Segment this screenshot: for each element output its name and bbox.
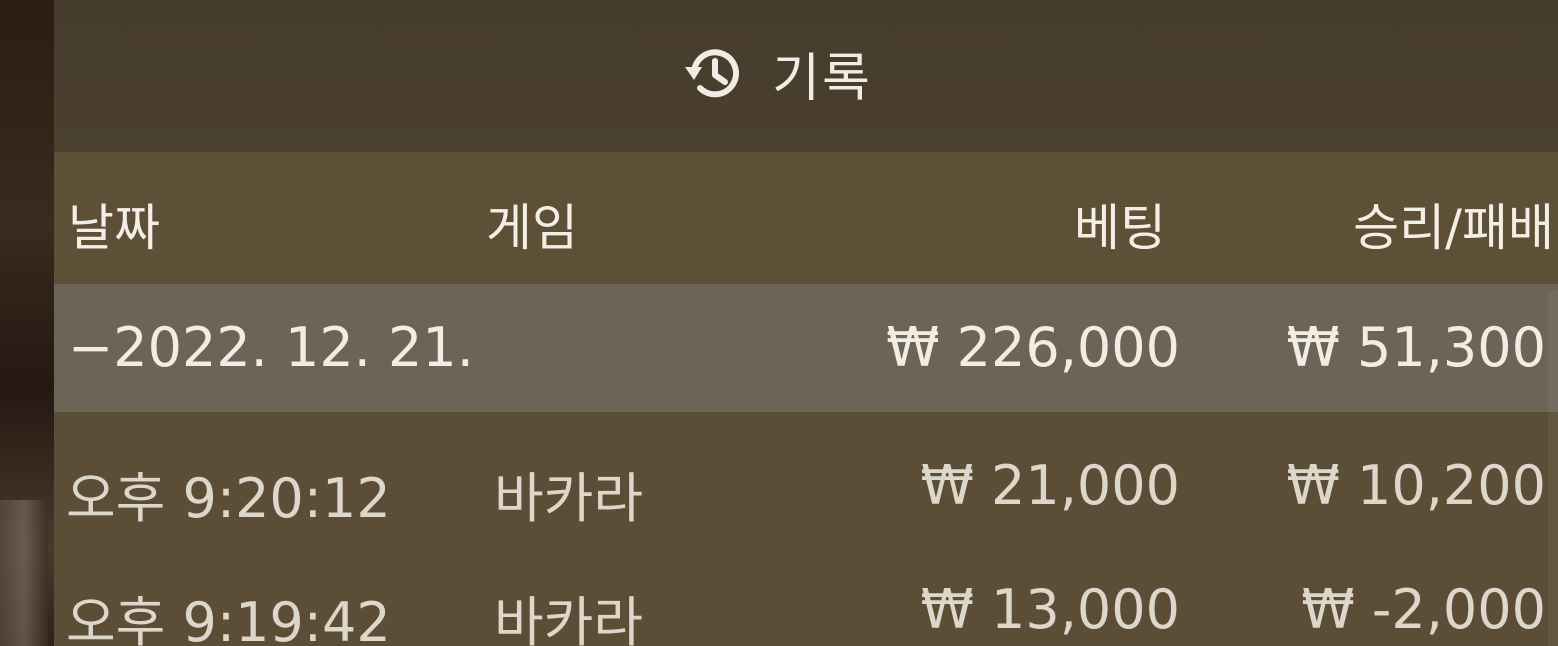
- row-win-loss: ₩ -2,000: [1301, 578, 1546, 641]
- date-group-bet-total: ₩ 226,000: [886, 316, 1180, 379]
- row-game: 바카라: [494, 467, 644, 530]
- history-icon: [680, 40, 746, 106]
- column-header-row: 날짜 게임 베팅 승리/패배: [54, 152, 1558, 284]
- column-header-game[interactable]: 게임: [486, 188, 578, 260]
- row-time: 오후 9:19:42: [66, 591, 391, 646]
- panel-header: 기록: [54, 0, 1558, 152]
- row-game: 바카라: [494, 591, 644, 646]
- history-row[interactable]: 오후 9:19:42 바카라 ₩ 13,000 ₩ -2,000: [54, 536, 1558, 646]
- date-group-win-loss-total: ₩ 51,300: [1286, 316, 1546, 379]
- panel-title: 기록: [772, 48, 872, 109]
- background-object: [0, 500, 48, 646]
- background-video-edge: [0, 0, 54, 646]
- history-panel: 기록 날짜 게임 베팅 승리/패배 −2022. 12. 21. ₩ 226,0…: [54, 0, 1558, 646]
- scrollbar-track[interactable]: [1548, 290, 1558, 646]
- row-time: 오후 9:20:12: [66, 467, 391, 530]
- column-header-date[interactable]: 날짜: [68, 188, 160, 260]
- row-bet: ₩ 21,000: [920, 454, 1180, 517]
- row-win-loss: ₩ 10,200: [1286, 454, 1546, 517]
- row-bet: ₩ 13,000: [920, 578, 1180, 641]
- history-row[interactable]: 오후 9:20:12 바카라 ₩ 21,000 ₩ 10,200: [54, 412, 1558, 536]
- date-group-row[interactable]: −2022. 12. 21. ₩ 226,000 ₩ 51,300: [54, 284, 1558, 412]
- column-header-bet[interactable]: 베팅: [1074, 188, 1166, 260]
- date-group-label: −2022. 12. 21.: [68, 316, 474, 379]
- column-header-win-loss[interactable]: 승리/패배: [1353, 188, 1554, 260]
- screen: 기록 날짜 게임 베팅 승리/패배 −2022. 12. 21. ₩ 226,0…: [0, 0, 1558, 646]
